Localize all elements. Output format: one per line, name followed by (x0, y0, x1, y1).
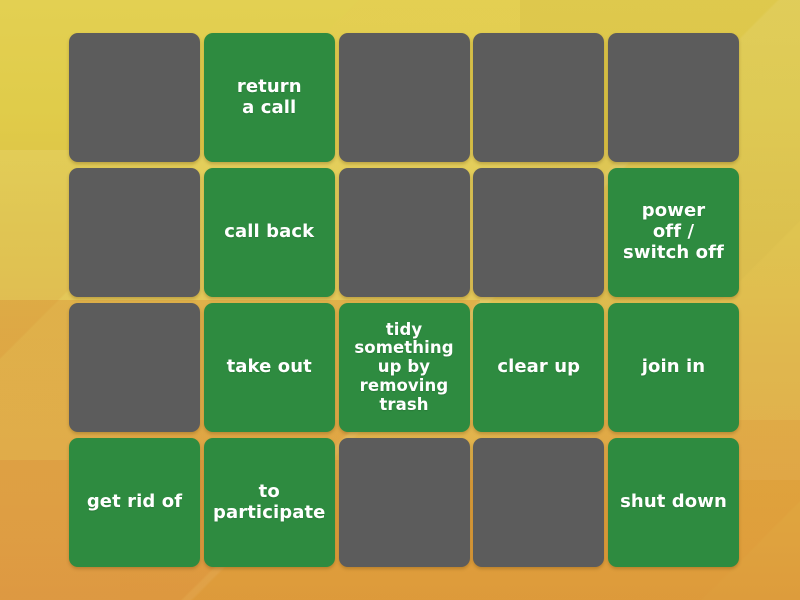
tile-label: shut down (620, 491, 727, 513)
tile-r2c1[interactable] (69, 168, 200, 297)
tile-r1c5[interactable] (608, 33, 739, 162)
tile-r1c1[interactable] (69, 33, 200, 162)
tile-r4c2[interactable]: to participate (203, 438, 335, 567)
tile-r2c3[interactable] (338, 168, 470, 297)
tile-r2c5[interactable]: power off / switch off (608, 168, 739, 297)
tile-r4c4[interactable] (473, 438, 605, 567)
tile-label: tidy something up by removing trash (354, 319, 454, 414)
tile-r3c1[interactable] (69, 303, 200, 432)
tile-r4c5[interactable]: shut down (608, 438, 739, 567)
tile-r4c3[interactable] (338, 438, 470, 567)
tile-r3c2[interactable]: take out (203, 303, 335, 432)
tile-label: call back (224, 221, 315, 243)
tile-label: power off / switch off (623, 200, 724, 263)
tile-r4c1[interactable]: get rid of (69, 438, 200, 567)
tile-label: join in (641, 356, 706, 378)
tile-grid: return a call call back power off / switch… (69, 33, 739, 567)
tile-label: return a call (236, 75, 302, 118)
tile-label: get rid of (86, 491, 183, 513)
tile-r3c3[interactable]: tidy something up by removing trash (338, 303, 470, 432)
tile-r3c4[interactable]: clear up (473, 303, 605, 432)
tile-label: to participate (213, 480, 326, 523)
tile-r3c5[interactable]: join in (608, 303, 739, 432)
tile-r1c4[interactable] (473, 33, 605, 162)
tile-label: take out (226, 356, 312, 378)
tile-r2c2[interactable]: call back (203, 168, 335, 297)
tile-r1c3[interactable] (338, 33, 470, 162)
tile-r2c4[interactable] (473, 168, 605, 297)
game-board: return a call call back power off / switch… (0, 0, 800, 600)
tile-r1c2[interactable]: return a call (203, 33, 335, 162)
tile-label: clear up (497, 356, 581, 378)
